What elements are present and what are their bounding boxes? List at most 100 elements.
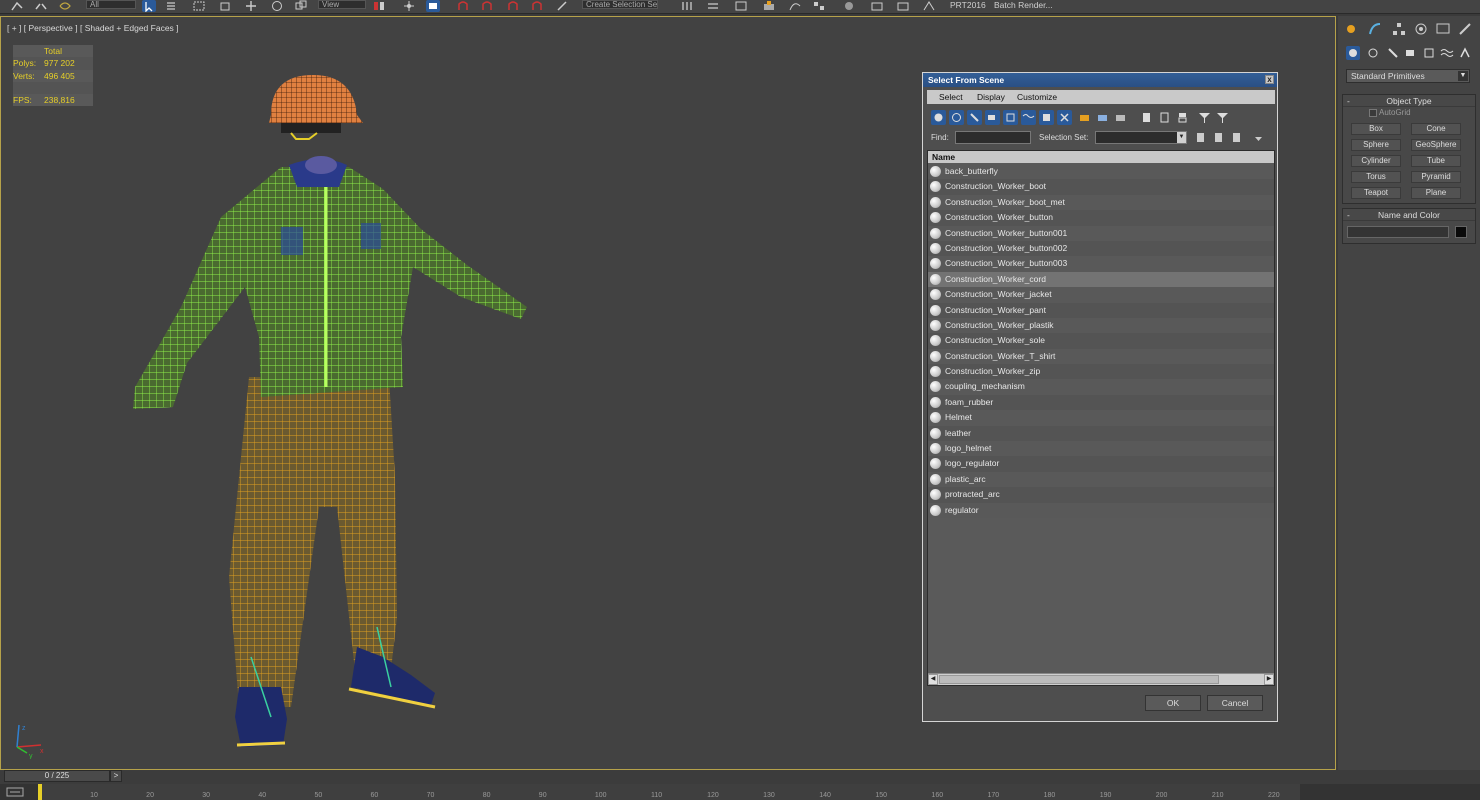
cone-button[interactable]: Cone (1411, 123, 1461, 135)
remove-from-set-icon[interactable] (1229, 130, 1244, 145)
rectangular-selection-icon[interactable] (192, 0, 206, 12)
angle-snap-icon[interactable] (480, 0, 494, 12)
list-item[interactable]: leather (928, 425, 1274, 442)
scale-icon[interactable] (294, 0, 308, 12)
manipulate-icon[interactable] (402, 0, 416, 12)
name-column-header[interactable]: Name (928, 151, 1274, 163)
scroll-left-icon[interactable]: ◀ (928, 674, 938, 685)
name-and-color-header[interactable]: - Name and Color (1343, 209, 1475, 221)
list-item[interactable]: Construction_Worker_cord (928, 271, 1274, 288)
ok-button[interactable]: OK (1145, 695, 1201, 711)
select-object-icon[interactable] (142, 0, 156, 12)
horizontal-scrollbar[interactable]: ◀ ▶ (928, 673, 1274, 685)
list-item[interactable]: Construction_Worker_pant (928, 302, 1274, 318)
list-item[interactable]: back_butterfly (928, 164, 1274, 180)
rotate-icon[interactable] (270, 0, 284, 12)
display-spacewarps-icon[interactable] (1021, 110, 1036, 125)
utilities-tab-icon[interactable] (1458, 22, 1472, 36)
list-item[interactable]: Construction_Worker_plastik (928, 317, 1274, 334)
list-item[interactable]: Construction_Worker_button (928, 210, 1274, 226)
move-icon[interactable] (244, 0, 258, 12)
material-editor-icon[interactable] (842, 0, 856, 12)
layer-explorer-icon[interactable] (734, 0, 748, 12)
jacket-mesh[interactable] (133, 156, 527, 409)
list-item[interactable]: Construction_Worker_zip (928, 364, 1274, 380)
link-icon[interactable] (10, 0, 24, 12)
list-item[interactable]: foam_rubber (928, 394, 1274, 411)
list-item[interactable]: Construction_Worker_jacket (928, 287, 1274, 303)
list-item[interactable]: logo_helmet (928, 441, 1274, 457)
render-setup-icon[interactable] (870, 0, 884, 12)
cylinder-button[interactable]: Cylinder (1351, 155, 1401, 167)
snaps-toggle-icon[interactable] (456, 0, 470, 12)
list-item[interactable]: Construction_Worker_button002 (928, 240, 1274, 257)
mirror-icon[interactable] (680, 0, 694, 12)
tube-button[interactable]: Tube (1411, 155, 1461, 167)
menu-display[interactable]: Display (977, 91, 1005, 103)
display-cameras-icon[interactable] (985, 110, 1000, 125)
menu-select[interactable]: Select (939, 91, 963, 103)
display-groups-icon[interactable] (1039, 110, 1054, 125)
primitive-type-dropdown[interactable]: Standard Primitives ▼ (1346, 69, 1470, 83)
cameras-category-icon[interactable] (1404, 46, 1418, 60)
prt2016-label[interactable]: PRT2016 (950, 0, 986, 12)
display-containers-icon[interactable] (1095, 110, 1110, 125)
display-xrefs-icon[interactable] (1057, 110, 1072, 125)
list-item[interactable]: Construction_Worker_T_shirt (928, 348, 1274, 365)
object-type-header[interactable]: - Object Type (1343, 95, 1475, 107)
object-color-swatch[interactable] (1455, 226, 1467, 238)
close-button[interactable]: x (1265, 75, 1274, 84)
render-frame-icon[interactable] (896, 0, 910, 12)
systems-category-icon[interactable] (1458, 46, 1472, 60)
hierarchy-filter-icon[interactable] (1215, 110, 1230, 125)
pivot-point-icon[interactable] (372, 0, 386, 12)
lights-category-icon[interactable] (1386, 46, 1400, 60)
list-item[interactable]: Construction_Worker_button001 (928, 225, 1274, 241)
time-slider[interactable]: 0 / 225 > (0, 770, 1480, 784)
keyboard-shortcut-override-icon[interactable] (426, 0, 440, 12)
list-item[interactable]: Construction_Worker_button003 (928, 256, 1274, 272)
display-helpers-icon[interactable] (1003, 110, 1018, 125)
ribbon-icon[interactable] (762, 0, 776, 12)
menu-customize[interactable]: Customize (1017, 91, 1057, 103)
autogrid-checkbox[interactable]: AutoGrid (1369, 108, 1411, 118)
pyramid-button[interactable]: Pyramid (1411, 171, 1461, 183)
plane-button[interactable]: Plane (1411, 187, 1461, 199)
list-item[interactable]: Construction_Worker_boot (928, 179, 1274, 195)
select-invert-icon[interactable] (1175, 110, 1190, 125)
list-item[interactable]: plastic_arc (928, 471, 1274, 488)
helmet-mesh[interactable] (269, 75, 363, 140)
schematic-view-icon[interactable] (812, 0, 826, 12)
named-selection-combo[interactable]: Create Selection Se (582, 0, 658, 9)
display-lights-icon[interactable] (967, 110, 982, 125)
construction-worker-wireframe[interactable] (121, 57, 541, 747)
sphere-button[interactable]: Sphere (1351, 139, 1401, 151)
modify-tab-icon[interactable] (1368, 22, 1382, 36)
object-name-field[interactable] (1347, 226, 1449, 238)
select-none-icon[interactable] (1157, 110, 1172, 125)
list-item[interactable]: logo_regulator (928, 456, 1274, 472)
motion-tab-icon[interactable] (1414, 22, 1428, 36)
selection-filter-combo[interactable]: All (86, 0, 136, 9)
percent-snap-icon[interactable] (506, 0, 520, 12)
current-frame-marker[interactable] (38, 784, 42, 800)
display-tab-icon[interactable] (1436, 22, 1450, 36)
shapes-category-icon[interactable] (1366, 46, 1380, 60)
list-item[interactable]: coupling_mechanism (928, 379, 1274, 395)
unlink-icon[interactable] (34, 0, 48, 12)
dialog-title[interactable]: Select From Scene (923, 73, 1277, 87)
geosphere-button[interactable]: GeoSphere (1411, 139, 1461, 151)
select-by-name-icon[interactable] (164, 0, 178, 12)
list-item[interactable]: regulator (928, 502, 1274, 518)
track-bar-icon[interactable] (6, 786, 24, 798)
display-geometry-icon[interactable] (931, 110, 946, 125)
list-item[interactable]: protracted_arc (928, 487, 1274, 503)
add-to-set-icon[interactable] (1211, 130, 1226, 145)
reference-coordinate-combo[interactable]: View (318, 0, 366, 9)
edit-named-selection-icon[interactable] (556, 0, 570, 12)
display-frozen-icon[interactable] (1113, 110, 1128, 125)
batch-render-label[interactable]: Batch Render... (994, 0, 1053, 12)
helpers-category-icon[interactable] (1422, 46, 1436, 60)
next-frame-button[interactable]: > (110, 770, 122, 782)
spacewarps-category-icon[interactable] (1440, 46, 1454, 60)
